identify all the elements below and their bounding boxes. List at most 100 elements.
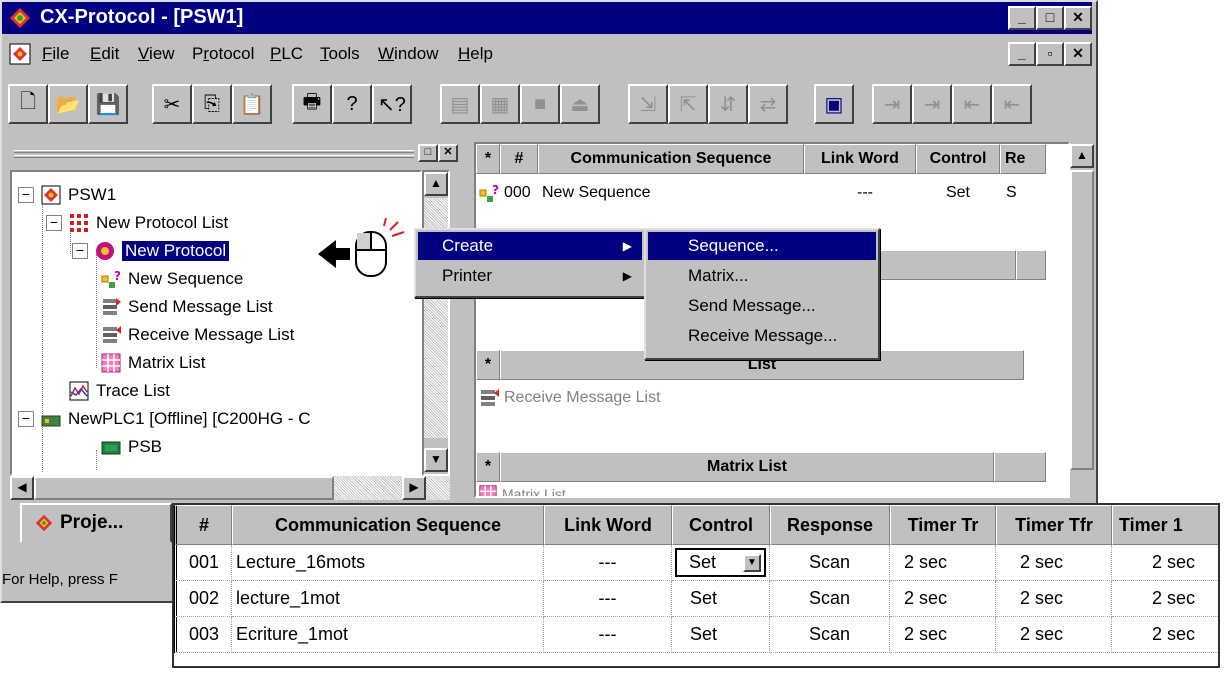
timer-tr-value[interactable]: 2 sec [890, 545, 996, 581]
step-1-icon[interactable]: ⇥ [872, 84, 912, 124]
open-icon[interactable]: 📂 [48, 84, 88, 124]
minimize-button[interactable]: _ [1008, 6, 1036, 30]
column-header-timer-tr[interactable]: Timer Tr [890, 505, 996, 545]
menu-view[interactable]: View [138, 44, 175, 64]
control-select[interactable]: Set ▼ [675, 548, 766, 577]
table-row[interactable]: 001 Lecture_16mots --- Set ▼ Scan 2 sec … [174, 545, 1218, 581]
column-header-number[interactable]: # [174, 505, 232, 545]
tree-item-new-protocol-list[interactable]: − New Protocol List [46, 210, 228, 236]
scroll-thumb[interactable] [1070, 170, 1094, 470]
timer-tfr-value[interactable]: 2 sec [996, 581, 1112, 617]
menu-item-matrix[interactable]: Matrix... [648, 262, 876, 290]
timer-tr-value[interactable]: 2 sec [890, 581, 996, 617]
list-item-receive-message-list[interactable]: Receive Message List [478, 384, 1044, 412]
sequence-name[interactable]: Lecture_16mots [232, 545, 544, 581]
column-header-star[interactable]: * [476, 144, 500, 174]
sequence-name[interactable]: Ecriture_1mot [232, 617, 544, 653]
menu-item-receive-message[interactable]: Receive Message... [648, 322, 876, 350]
tree-vertical-scrollbar[interactable]: ▲ ▼ [422, 170, 450, 476]
timer-value[interactable]: 2 sec [1112, 545, 1218, 581]
control-dropdown[interactable]: Set ▼ [672, 545, 770, 581]
save-icon[interactable]: 💾 [88, 84, 128, 124]
pane-close-button[interactable]: ✕ [438, 144, 458, 162]
mdi-minimize-button[interactable]: _ [1008, 42, 1036, 66]
column-header-timer[interactable]: Timer 1 [1112, 505, 1218, 545]
step-2-icon[interactable]: ⇥ [912, 84, 952, 124]
column-header-link-word[interactable]: Link Word [544, 505, 672, 545]
context-help-icon[interactable]: ↖? [372, 84, 412, 124]
menu-item-printer[interactable]: Printer ▶ [418, 262, 642, 290]
menu-plc[interactable]: PLC [270, 44, 303, 64]
help-icon[interactable]: ? [332, 84, 372, 124]
transfer-3-icon[interactable]: ⇵ [708, 84, 748, 124]
tree-item-psb[interactable]: PSB [100, 434, 162, 460]
print-icon[interactable]: 🖶 [292, 84, 332, 124]
menu-item-create[interactable]: Create ▶ [418, 232, 642, 260]
menu-item-send-message[interactable]: Send Message... [648, 292, 876, 320]
transfer-4-icon[interactable]: ⇄ [748, 84, 788, 124]
menu-edit[interactable]: Edit [90, 44, 119, 64]
eject-icon[interactable]: ⏏ [560, 84, 600, 124]
table-row[interactable]: ? 000 New Sequence --- Set S [478, 178, 1044, 208]
tree-item-send-message-list[interactable]: Send Message List [100, 294, 273, 320]
transfer-1-icon[interactable]: ⇲ [628, 84, 668, 124]
link-word-value[interactable]: --- [544, 545, 672, 581]
pane-maximize-button[interactable]: □ [418, 144, 438, 162]
column-header-star[interactable]: * [476, 350, 500, 380]
copy-icon[interactable]: ⎘ [192, 84, 232, 124]
response-value[interactable]: Scan [770, 617, 890, 653]
column-header-response[interactable]: Response [770, 505, 890, 545]
scroll-thumb[interactable] [34, 476, 334, 500]
timer-value[interactable]: 2 sec [1112, 581, 1218, 617]
monitor-icon[interactable]: ▣ [814, 84, 854, 124]
cut-icon[interactable]: ✂ [152, 84, 192, 124]
collapse-icon[interactable]: − [72, 243, 88, 259]
column-header-timer-tfr[interactable]: Timer Tfr [996, 505, 1112, 545]
close-button[interactable]: ✕ [1064, 6, 1092, 30]
link-word-value[interactable]: --- [544, 617, 672, 653]
menu-tools[interactable]: Tools [320, 44, 360, 64]
column-header-communication-sequence[interactable]: Communication Sequence [538, 144, 804, 174]
timer-value[interactable]: 2 sec [1112, 617, 1218, 653]
tab-project[interactable]: Proje... [20, 503, 172, 543]
sequence-name[interactable]: lecture_1mot [232, 581, 544, 617]
response-value[interactable]: Scan [770, 581, 890, 617]
dropdown-arrow-icon[interactable]: ▼ [743, 553, 761, 572]
menu-window[interactable]: Window [378, 44, 438, 64]
menu-file[interactable]: File [42, 44, 69, 64]
maximize-button[interactable]: □ [1036, 6, 1064, 30]
scroll-right-icon[interactable]: ▶ [402, 476, 426, 500]
menu-item-sequence[interactable]: Sequence... [648, 232, 876, 260]
new-icon[interactable]: 🗋 [8, 84, 48, 124]
tree-item-trace-list[interactable]: Trace List [46, 378, 170, 404]
timer-tr-value[interactable]: 2 sec [890, 617, 996, 653]
column-header-control[interactable]: Control [672, 505, 770, 545]
step-4-icon[interactable]: ⇤ [992, 84, 1032, 124]
tree-item-new-protocol[interactable]: − New Protocol [72, 238, 231, 264]
response-value[interactable]: Scan [770, 545, 890, 581]
column-header-star[interactable]: * [476, 452, 500, 482]
transfer-2-icon[interactable]: ⇱ [668, 84, 708, 124]
tree-item-matrix-list[interactable]: Matrix List [100, 350, 205, 376]
control-value[interactable]: Set [672, 581, 770, 617]
scroll-left-icon[interactable]: ◀ [10, 476, 34, 500]
column-header-matrix-list[interactable]: Matrix List [500, 452, 994, 482]
collapse-icon[interactable]: − [18, 187, 34, 203]
table-row[interactable]: 002 lecture_1mot --- Set Scan 2 sec 2 se… [174, 581, 1218, 617]
grid-view-icon[interactable]: ▤ [440, 84, 480, 124]
mdi-close-button[interactable]: ✕ [1064, 42, 1092, 66]
step-3-icon[interactable]: ⇤ [952, 84, 992, 124]
mdi-restore-button[interactable]: ▫ [1036, 42, 1064, 66]
paste-icon[interactable]: 📋 [232, 84, 272, 124]
list-view-icon[interactable]: ▦ [480, 84, 520, 124]
column-header-link-word[interactable]: Link Word [804, 144, 916, 174]
timer-tfr-value[interactable]: 2 sec [996, 617, 1112, 653]
tree-item-receive-message-list[interactable]: Receive Message List [100, 322, 294, 348]
timer-tfr-value[interactable]: 2 sec [996, 545, 1112, 581]
column-header-communication-sequence[interactable]: Communication Sequence [232, 505, 544, 545]
tree-item-new-sequence[interactable]: ? New Sequence [100, 266, 243, 292]
table-row[interactable]: 003 Ecriture_1mot --- Set Scan 2 sec 2 s… [174, 617, 1218, 653]
menu-help[interactable]: Help [458, 44, 493, 64]
link-word-value[interactable]: --- [544, 581, 672, 617]
grid-vertical-scrollbar[interactable]: ▲ [1070, 142, 1094, 498]
